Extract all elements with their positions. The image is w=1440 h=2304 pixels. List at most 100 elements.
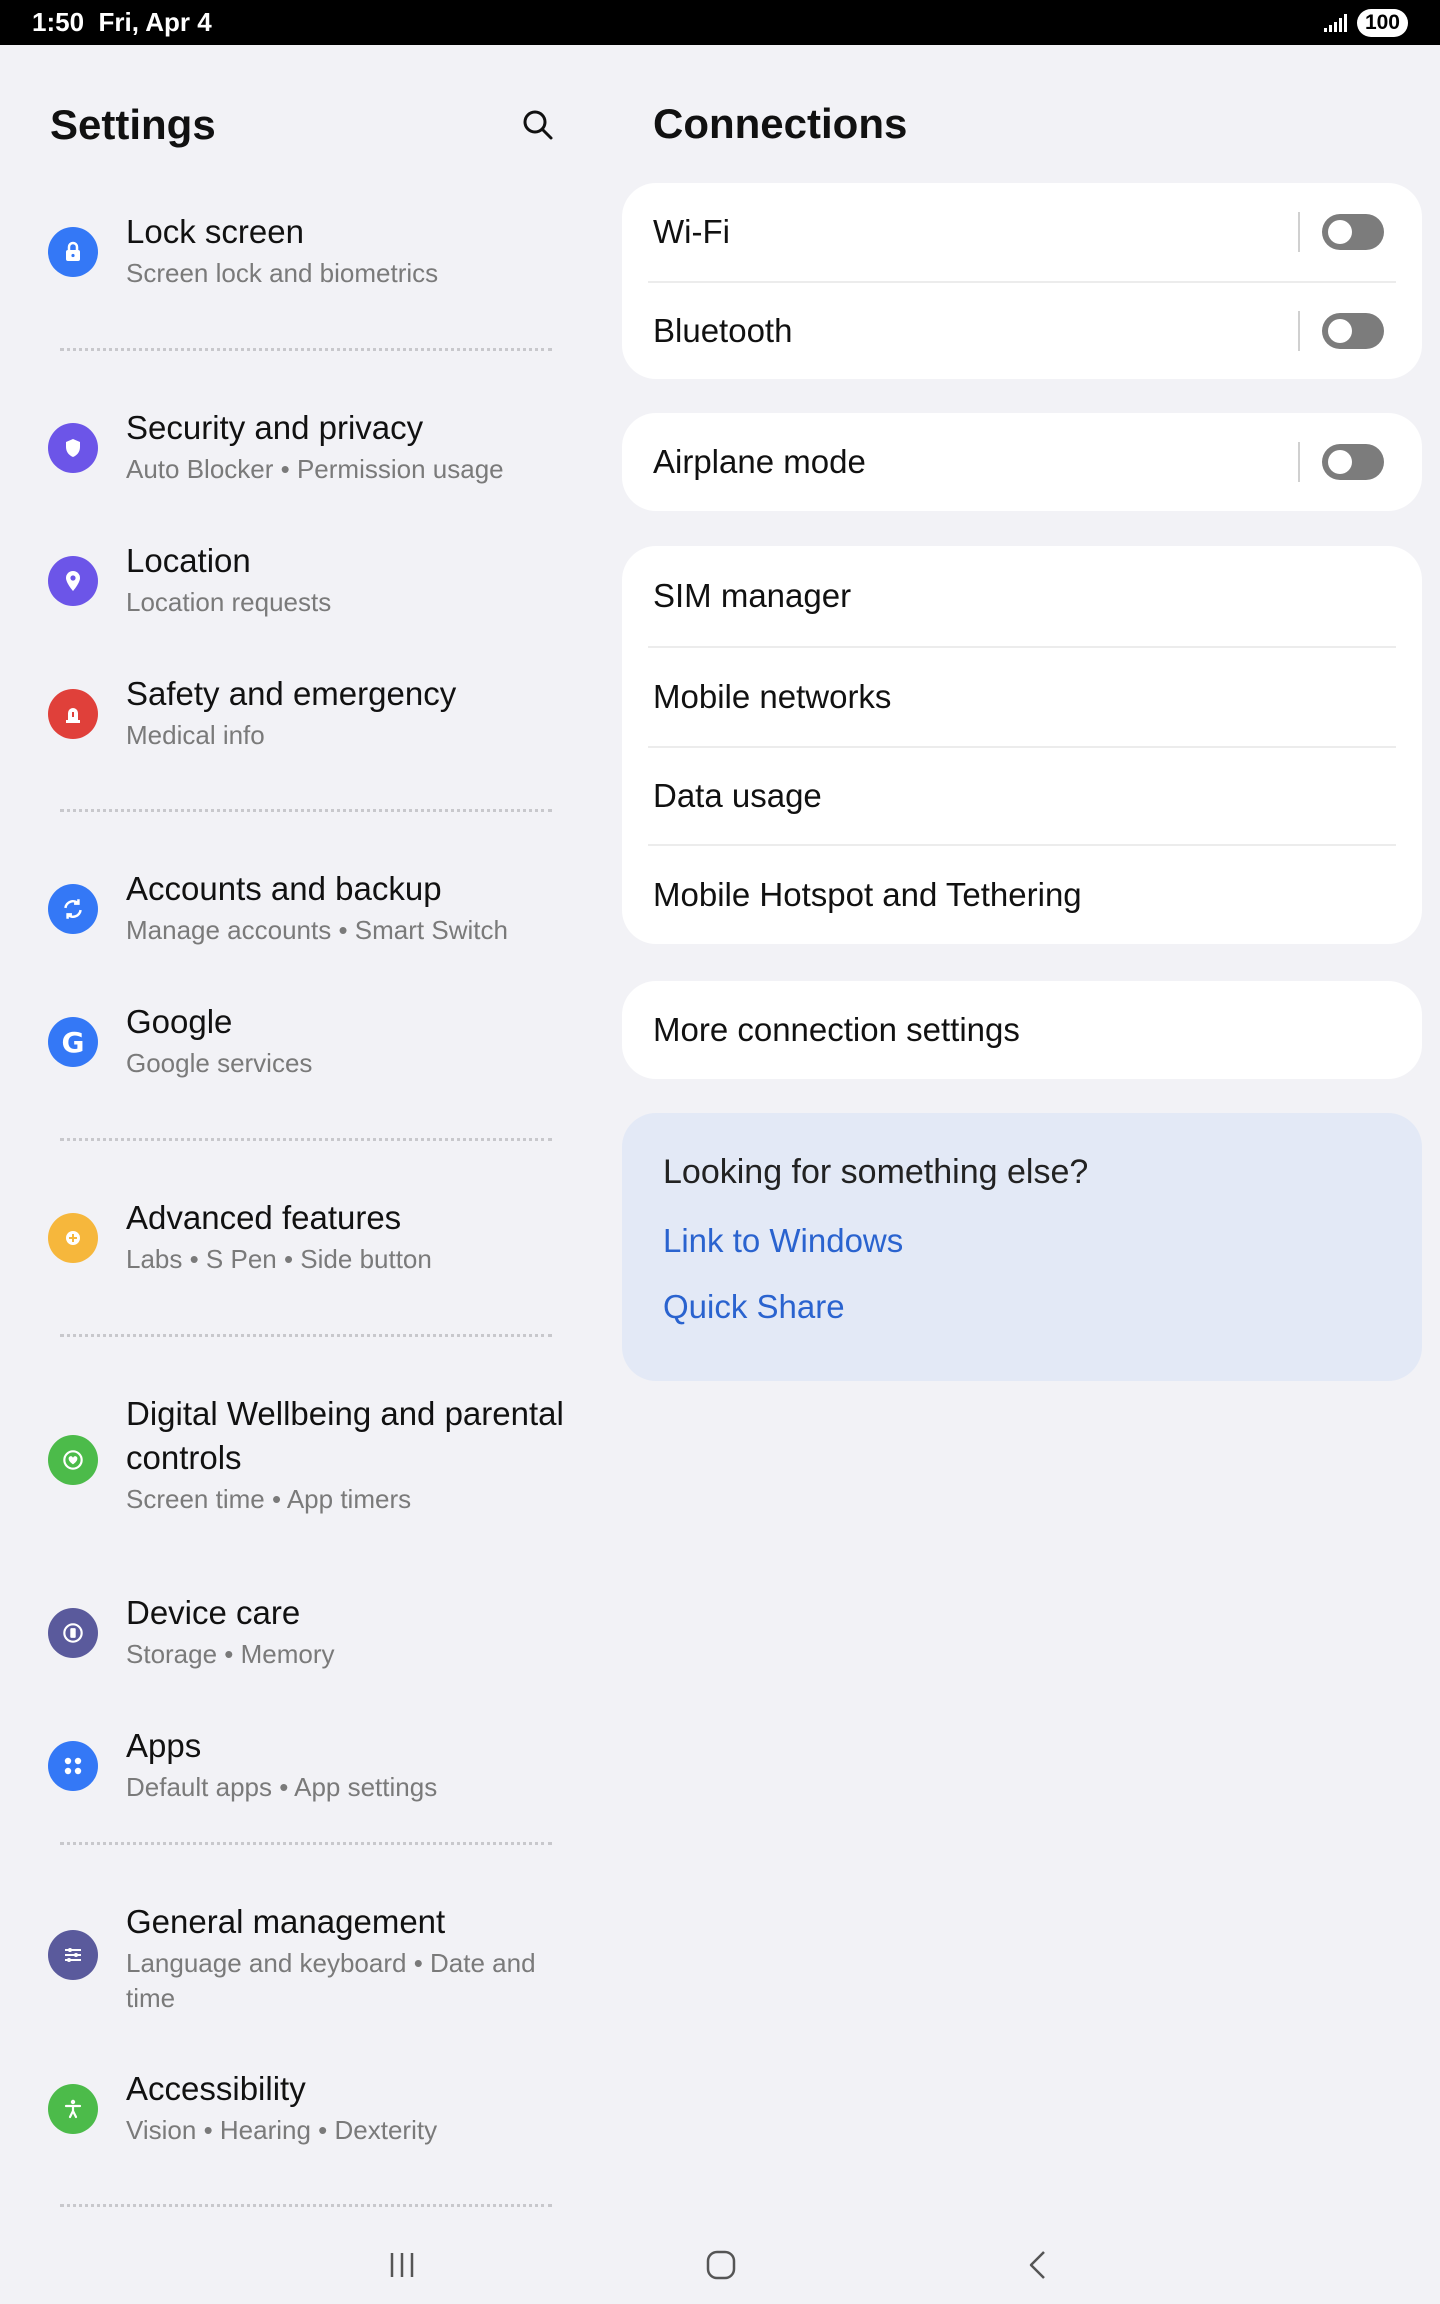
accessibility-icon [48, 2084, 98, 2134]
hotspot-row[interactable]: Mobile Hotspot and Tethering [648, 844, 1396, 944]
divider [60, 1138, 552, 1141]
item-subtitle: Screen lock and biometrics [126, 258, 439, 288]
item-title: Advanced features [126, 1199, 402, 1236]
airplane-card: Airplane mode [622, 413, 1422, 511]
search-button[interactable] [516, 103, 560, 147]
separator [1298, 442, 1300, 482]
more-connection-settings-row[interactable]: More connection settings [622, 981, 1422, 1079]
home-icon [706, 2250, 736, 2280]
item-title: Digital Wellbeing and parental controls [126, 1395, 564, 1476]
google-icon: G [48, 1017, 98, 1067]
item-subtitle: Language and keyboard • Date and time [126, 1948, 536, 2013]
item-subtitle: Auto Blocker • Permission usage [126, 454, 504, 484]
airplane-toggle[interactable] [1322, 444, 1384, 480]
settings-item-google[interactable]: G Google Google services [0, 1000, 580, 1100]
item-title: Security and privacy [126, 409, 424, 446]
wifi-toggle[interactable] [1322, 214, 1384, 250]
divider [60, 2204, 552, 2207]
home-button[interactable] [700, 2245, 742, 2285]
page-title: Settings [50, 101, 216, 148]
device-care-icon [48, 1608, 98, 1658]
suggestions-card: Looking for something else? Link to Wind… [622, 1113, 1422, 1381]
alarm-icon [48, 689, 98, 739]
item-title: Lock screen [126, 213, 304, 250]
status-date: Fri, Apr 4 [98, 7, 212, 37]
item-subtitle: Default apps • App settings [126, 1772, 438, 1802]
sim-manager-row[interactable]: SIM manager [622, 546, 1422, 646]
status-right: 100 [1323, 8, 1408, 37]
hotspot-label: Mobile Hotspot and Tethering [653, 876, 1082, 913]
item-title: Safety and emergency [126, 675, 457, 712]
settings-item-advanced-features[interactable]: Advanced features Labs • S Pen • Side bu… [0, 1196, 580, 1296]
bluetooth-row[interactable]: Bluetooth [648, 281, 1396, 379]
item-subtitle: Screen time • App timers [126, 1484, 412, 1514]
settings-item-lock-screen[interactable]: Lock screen Screen lock and biometrics [0, 210, 580, 310]
signal-icon [1323, 13, 1347, 32]
more-connections-card: More connection settings [622, 981, 1422, 1079]
divider [60, 1842, 552, 1845]
item-title: Accessibility [126, 2070, 306, 2107]
bluetooth-toggle-wrap [1298, 311, 1384, 351]
lock-icon [48, 227, 98, 277]
sim-manager-label: SIM manager [653, 577, 852, 614]
item-title: Device care [126, 1594, 301, 1631]
bluetooth-toggle[interactable] [1322, 313, 1384, 349]
airplane-toggle-wrap [1298, 442, 1384, 482]
airplane-mode-row[interactable]: Airplane mode [622, 413, 1422, 511]
item-subtitle: Manage accounts • Smart Switch [126, 915, 508, 945]
mobile-networks-label: Mobile networks [653, 678, 892, 715]
mobile-card: SIM manager Mobile networks Data usage M… [622, 546, 1422, 944]
shield-icon [48, 423, 98, 473]
settings-item-accounts[interactable]: Accounts and backup Manage accounts • Sm… [0, 867, 580, 967]
back-button[interactable] [1018, 2245, 1058, 2285]
settings-item-digital-wellbeing[interactable]: Digital Wellbeing and parental controls … [0, 1392, 580, 1532]
divider [60, 1334, 552, 1337]
recents-button[interactable] [382, 2245, 422, 2285]
settings-item-general-management[interactable]: General management Language and keyboard… [0, 1900, 580, 2040]
settings-item-security[interactable]: Security and privacy Auto Blocker • Perm… [0, 406, 580, 506]
bluetooth-label: Bluetooth [653, 312, 793, 349]
status-time: 1:50 [32, 7, 85, 37]
link-to-windows-link[interactable]: Link to Windows [663, 1222, 1381, 1260]
data-usage-label: Data usage [653, 777, 822, 814]
separator [1298, 212, 1300, 252]
item-title: Apps [126, 1727, 202, 1764]
gear-plus-icon [48, 1213, 98, 1263]
item-title: Accounts and backup [126, 870, 442, 907]
back-icon [1029, 2251, 1045, 2279]
divider [60, 348, 552, 351]
search-icon [523, 110, 553, 140]
navigation-bar [0, 2225, 1440, 2304]
item-subtitle: Medical info [126, 720, 265, 750]
recents-icon [390, 2253, 414, 2277]
wifi-bluetooth-card: Wi-Fi Bluetooth [622, 183, 1422, 379]
item-subtitle: Location requests [126, 587, 332, 617]
data-usage-row[interactable]: Data usage [648, 746, 1396, 844]
battery-badge: 100 [1356, 8, 1408, 37]
status-bar: 1:50 Fri, Apr 4 100 [0, 0, 1440, 45]
settings-item-device-care[interactable]: Device care Storage • Memory [0, 1591, 580, 1691]
wellbeing-icon [48, 1435, 98, 1485]
item-subtitle: Vision • Hearing • Dexterity [126, 2115, 438, 2145]
item-subtitle: Storage • Memory [126, 1639, 335, 1669]
apps-grid-icon [48, 1741, 98, 1791]
item-title: General management [126, 1903, 446, 1940]
location-pin-icon [48, 556, 98, 606]
quick-share-link[interactable]: Quick Share [663, 1288, 1381, 1326]
divider [60, 809, 552, 812]
item-title: Location [126, 542, 251, 579]
item-subtitle: Google services [126, 1048, 313, 1078]
sync-icon [48, 884, 98, 934]
wifi-toggle-wrap [1298, 212, 1384, 252]
settings-panel: Settings Lock screen Screen lock and bio… [0, 45, 600, 2225]
status-time-date: 1:50 Fri, Apr 4 [32, 7, 212, 38]
more-connection-settings-label: More connection settings [653, 1011, 1020, 1048]
wifi-row[interactable]: Wi-Fi [622, 183, 1422, 281]
settings-item-accessibility[interactable]: Accessibility Vision • Hearing • Dexteri… [0, 2067, 580, 2167]
connections-title: Connections [653, 100, 908, 147]
settings-item-apps[interactable]: Apps Default apps • App settings [0, 1724, 580, 1824]
mobile-networks-row[interactable]: Mobile networks [648, 646, 1396, 746]
airplane-label: Airplane mode [653, 443, 866, 480]
settings-item-location[interactable]: Location Location requests [0, 539, 580, 639]
settings-item-safety[interactable]: Safety and emergency Medical info [0, 672, 580, 772]
